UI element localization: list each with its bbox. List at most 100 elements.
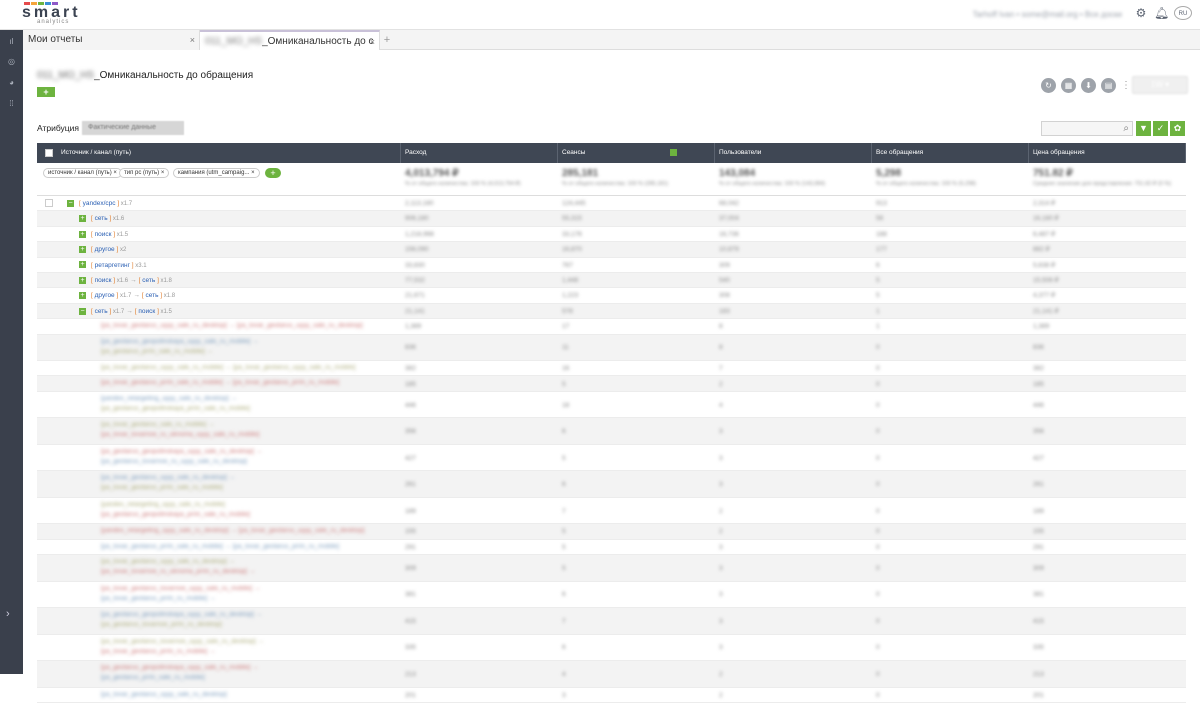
table-row[interactable]: [ya_tovar_geotarus_prrin_sale_ru_mobile]… xyxy=(37,540,1186,556)
metric-cell: 309 xyxy=(405,564,416,572)
expand-icon[interactable]: + xyxy=(79,292,86,300)
expand-icon[interactable]: + xyxy=(79,245,86,253)
expand-icon[interactable]: + xyxy=(79,261,86,269)
table-row[interactable]: [ya_tovar_geotarus_uyyy_sale_ru_desktop]… xyxy=(37,471,1186,498)
collapse-icon[interactable]: − xyxy=(67,199,74,207)
total-number: 4,013,794 ₽ xyxy=(405,168,459,179)
metric-cell: 6 xyxy=(562,644,566,652)
add-dimension-button[interactable]: + xyxy=(265,168,281,178)
search-icon[interactable]: ⌕ xyxy=(1123,123,1129,134)
dimension-chip[interactable]: тип рс (путь) × xyxy=(119,168,170,178)
row-checkbox[interactable] xyxy=(45,199,53,207)
column-header[interactable]: Источник / канал (путь) xyxy=(57,143,401,163)
metric-cell: 2 xyxy=(719,691,723,699)
pie-icon[interactable]: ◕ xyxy=(6,77,17,88)
metric-cell: 415 xyxy=(1033,617,1044,625)
apply-button[interactable]: ✓ xyxy=(1153,121,1168,136)
gear-icon[interactable]: ⚙ xyxy=(1134,6,1148,20)
table-row[interactable]: +[ ретаргетинг ] x3.1 33,830 767 309 6 5,638 … xyxy=(37,258,1186,273)
table-row[interactable]: +[ другое ] x1.7 →[ сеть ] x1.8 21,671 1,22… xyxy=(37,288,1186,304)
metric-cell: 1,448 xyxy=(562,276,579,284)
table-row[interactable]: [yandex_retargeting_uyyy_sale_ru_mobile]… xyxy=(37,498,1186,525)
select-all-checkbox[interactable] xyxy=(45,149,53,157)
title-prefix: 011_MO_HS xyxy=(37,70,95,81)
title-text: _Омниканальность до обращения xyxy=(94,70,254,81)
more-icon[interactable]: ⋮ xyxy=(1121,78,1131,93)
table-row[interactable]: [ya_tovar_geotarus_uyyy_sale_ru_desktop]… xyxy=(37,688,1186,703)
table-row[interactable]: −[ сеть ] x1.7 →[ поиск ] x1.5 21,141 578 18… xyxy=(37,303,1186,320)
dimension-chip[interactable]: источник / канал (путь) × xyxy=(43,168,122,178)
tab-my-reports[interactable]: Мои отчеты × xyxy=(23,30,200,50)
metric-cell: 4 xyxy=(719,401,723,409)
channel-label: поиск xyxy=(138,307,156,315)
attribution-select[interactable]: Фактические данные xyxy=(82,121,184,135)
table-row[interactable]: [ya_geotarus_geopolinskaya_uyyy_sale_ru_… xyxy=(37,608,1186,635)
table-row[interactable]: +[ поиск ] x1.6 →[ сеть ] x1.8 77,532 1,448… xyxy=(37,272,1186,289)
search-input[interactable]: ⌕ xyxy=(1041,121,1133,136)
close-icon[interactable]: × xyxy=(370,32,375,52)
close-icon[interactable]: × xyxy=(190,30,195,50)
table-row[interactable]: [ya_tovar_geotarus_sale_ru_mobile] → [ya_… xyxy=(37,418,1186,445)
close-icon[interactable]: × xyxy=(161,170,165,176)
dimension-chip[interactable]: кампания (utm_campaig... × xyxy=(173,168,260,178)
metric-cell: 5 xyxy=(562,543,566,551)
table-row[interactable]: +[ поиск ] x1.5 1,218,998 33,176 16,736 188 6… xyxy=(37,227,1186,243)
table-row[interactable]: [ya_tovar_geotarus_uyyy_sale_ru_mobile] … xyxy=(37,361,1186,377)
column-header[interactable]: Цена обращения xyxy=(1029,143,1186,163)
table-row[interactable]: [ya_tovar_geotarus_prrin_sale_ru_mobile]… xyxy=(37,376,1186,392)
campaign-path: [ya_tovar_tovarnoe_ru_uknoma_prrin_ru_de… xyxy=(101,568,256,576)
column-header[interactable]: Сеансы xyxy=(558,143,715,163)
path-cell: +[ другое ] x2 xyxy=(79,244,126,256)
add-button[interactable]: + xyxy=(37,87,55,97)
column-header[interactable]: Пользователи xyxy=(715,143,872,163)
table-row[interactable]: [ya_geotarus_geopolinskaya_uyyy_sale_ru_… xyxy=(37,661,1186,688)
settings-button[interactable]: ✿ xyxy=(1170,121,1185,136)
expand-icon[interactable]: + xyxy=(79,215,86,223)
expand-icon[interactable]: + xyxy=(79,230,86,238)
column-header[interactable]: Расход xyxy=(401,143,558,163)
path-cell: −[ yandex/cpc ] x1.7 xyxy=(67,198,132,210)
metric-cell: 3 xyxy=(719,543,723,551)
table-row[interactable]: [ya_geotarus_geopolinskaya_uyyy_sale_ru_… xyxy=(37,445,1186,472)
table-row[interactable]: −[ yandex/cpc ] x1.7 2,113,180 124,445 68,0… xyxy=(37,196,1186,212)
multiplier: x1.7 xyxy=(119,201,133,207)
table-row[interactable]: [yandex_retargeting_uyyy_sale_ru_desktop… xyxy=(37,392,1186,419)
campaign-path: [ya_tovar_geotarus_uyyy_sale_ru_desktop]… xyxy=(101,474,236,482)
table-row[interactable]: [ya_tovar_geotarus_uyyy_sale_ru_desktop]… xyxy=(37,319,1186,335)
layers-icon[interactable]: ◎ xyxy=(6,56,17,67)
chart-icon[interactable]: ıl xyxy=(6,36,17,47)
lang-icon[interactable]: RU xyxy=(1174,6,1192,20)
column-header[interactable]: Все обращения xyxy=(872,143,1029,163)
table-icon[interactable]: ▦ xyxy=(1061,77,1076,93)
period-select[interactable]: 1W ▾ xyxy=(1132,76,1188,94)
close-icon[interactable]: × xyxy=(113,170,117,176)
metric-cell: 3 xyxy=(719,481,723,489)
campaign-path: [ya_tovar_geotarus_sale_ru_mobile] → xyxy=(101,421,215,429)
close-icon[interactable]: × xyxy=(251,170,255,176)
total-share: Среднее значение для представления: 751.… xyxy=(1033,181,1172,187)
sort-badge[interactable] xyxy=(670,149,677,156)
table-row[interactable]: [ya_geotarus_geopolinskaya_uyyy_sale_ru_… xyxy=(37,334,1186,362)
calendar-icon[interactable]: ▤ xyxy=(1101,77,1116,93)
add-tab-button[interactable]: + xyxy=(380,30,394,50)
grid-icon[interactable]: ⁞⁞ xyxy=(6,98,17,109)
download-icon[interactable]: ⬇ xyxy=(1081,77,1096,93)
tab-report[interactable]: 011_MO_HS_Омниканальность до с × xyxy=(200,30,380,50)
table-row[interactable]: [yandex_retargeting_uyyy_sale_ru_desktop… xyxy=(37,524,1186,540)
campaign-path: [ya_tovar_geotarus_prrin_sale_ru_mobile] xyxy=(101,484,223,492)
metric-cell: 3 xyxy=(719,591,723,599)
table-row[interactable]: [ya_tovar_geotarus_uyyy_sale_ru_desktop]… xyxy=(37,555,1186,582)
metric-cell: 0 xyxy=(876,644,880,652)
bell-icon[interactable]: 🔔︎ xyxy=(1154,6,1169,20)
filter-button[interactable]: ▼ xyxy=(1136,121,1151,136)
user-info[interactable]: Tarhoff Ivan • some@mail.org • Все доски xyxy=(973,10,1122,19)
sidebar-expand-icon[interactable]: › xyxy=(6,608,10,620)
expand-icon[interactable]: + xyxy=(79,276,86,284)
table-row[interactable]: +[ другое ] x2 156,090 16,870 10,879 177 882 … xyxy=(37,242,1186,258)
logo[interactable]: smart analytics xyxy=(22,2,82,28)
collapse-icon[interactable]: − xyxy=(79,307,86,315)
table-row[interactable]: [ya_tovar_geotarus_tovarnoe_uyyy_sale_ru… xyxy=(37,582,1186,609)
table-row[interactable]: [ya_tovar_geotarus_tovarnoe_uyyy_sale_ru… xyxy=(37,635,1186,662)
refresh-icon[interactable]: ↻ xyxy=(1041,77,1056,93)
table-row[interactable]: +[ сеть ] x1.6 906,180 55,315 37,004 56 16,18… xyxy=(37,211,1186,227)
